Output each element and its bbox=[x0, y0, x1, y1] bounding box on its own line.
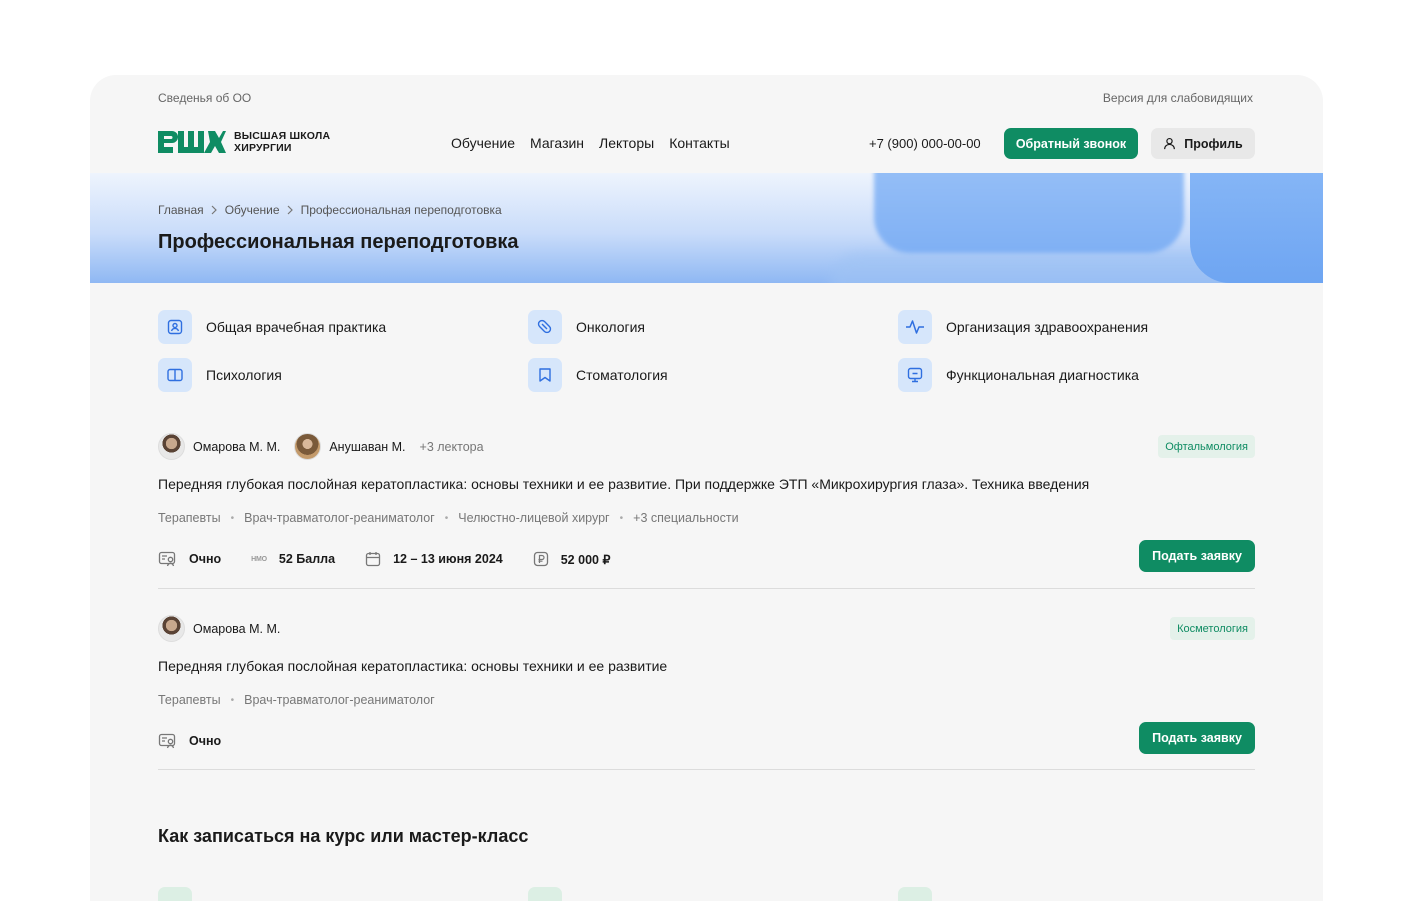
user-icon bbox=[1164, 137, 1176, 150]
course-tag: Офтальмология bbox=[1158, 435, 1255, 458]
course-title[interactable]: Передняя глубокая послойная кератопласти… bbox=[158, 658, 667, 674]
apply-button[interactable]: Подать заявку bbox=[1139, 540, 1255, 572]
lecturer-name[interactable]: Омарова М. М. bbox=[193, 622, 280, 636]
specialty-list: Терапевты • Врач-травматолог-реаниматолог bbox=[158, 693, 435, 707]
course-card[interactable]: Омарова М. М. Косметология Передняя глуб… bbox=[158, 615, 1255, 771]
page-card: Сведенья об ОО Версия для слабовидящих В… bbox=[90, 75, 1323, 901]
book-icon bbox=[167, 368, 183, 382]
apply-button[interactable]: Подать заявку bbox=[1139, 722, 1255, 754]
callback-button[interactable]: Обратный звонок bbox=[1004, 128, 1138, 159]
category-healthcare-org[interactable]: Организация здравоохранения bbox=[898, 310, 1148, 344]
lecturer-name[interactable]: Анушаван М. bbox=[329, 440, 405, 454]
course-card[interactable]: Омарова М. М. Анушаван М. +3 лектора Офт… bbox=[158, 433, 1255, 589]
org-info-link[interactable]: Сведенья об ОО bbox=[158, 91, 251, 105]
header: ВЫСШАЯ ШКОЛА ХИРУРГИИ Обучение Магазин Л… bbox=[158, 125, 1255, 161]
main-nav: Обучение Магазин Лекторы Контакты bbox=[451, 135, 730, 151]
course-meta: Очно НМО 52 Балла 12 – 13 июня 2024 52 0… bbox=[158, 551, 640, 567]
breadcrumb-training[interactable]: Обучение bbox=[225, 203, 280, 217]
course-tag: Косметология bbox=[1170, 617, 1255, 640]
logo-mark-icon bbox=[158, 131, 226, 153]
format-item: Очно bbox=[158, 733, 221, 749]
monitor-icon bbox=[907, 367, 923, 383]
calendar-icon bbox=[365, 552, 381, 567]
chevron-right-icon bbox=[211, 205, 217, 215]
nav-item-contacts[interactable]: Контакты bbox=[669, 135, 729, 151]
dates-item: 12 – 13 июня 2024 bbox=[365, 551, 503, 567]
lecturer-list: Омарова М. М. Анушаван М. +3 лектора bbox=[158, 433, 484, 460]
specialty-list: Терапевты • Врач-травматолог-реаниматолог… bbox=[158, 511, 739, 525]
avatar bbox=[158, 433, 185, 460]
format-item: Очно bbox=[158, 551, 221, 567]
course-meta: Очно bbox=[158, 733, 251, 749]
id-card-icon bbox=[167, 319, 183, 335]
divider bbox=[158, 769, 1255, 770]
section-title: Как записаться на курс или мастер-класс bbox=[158, 826, 529, 846]
pulse-icon bbox=[906, 320, 924, 334]
avatar bbox=[294, 433, 322, 460]
category-general-practice[interactable]: Общая врачебная практика bbox=[158, 310, 386, 344]
phone-link[interactable]: +7 (900) 000-00-00 bbox=[869, 136, 981, 151]
more-lecturers[interactable]: +3 лектора bbox=[420, 440, 484, 454]
accessibility-link[interactable]: Версия для слабовидящих bbox=[1103, 91, 1253, 105]
nmo-icon: НМО bbox=[251, 555, 267, 563]
hero-banner: Главная Обучение Профессиональная перепо… bbox=[90, 173, 1323, 283]
category-oncology[interactable]: Онкология bbox=[528, 310, 645, 344]
category-psychology[interactable]: Психология bbox=[158, 358, 282, 392]
classroom-icon bbox=[158, 551, 176, 567]
points-item: НМО 52 Балла bbox=[251, 552, 336, 566]
step-icon bbox=[158, 887, 192, 901]
nav-item-training[interactable]: Обучение bbox=[451, 135, 515, 151]
page-title: Профессиональная переподготовка bbox=[158, 231, 519, 253]
nav-item-lecturers[interactable]: Лекторы bbox=[599, 135, 654, 151]
profile-button[interactable]: Профиль bbox=[1151, 128, 1255, 159]
category-functional-diagnostics[interactable]: Функциональная диагностика bbox=[898, 358, 1139, 392]
logo-text: ВЫСШАЯ ШКОЛА ХИРУРГИИ bbox=[234, 130, 331, 154]
chevron-right-icon bbox=[287, 205, 293, 215]
top-bar: Сведенья об ОО Версия для слабовидящих bbox=[158, 91, 1253, 105]
profile-label: Профиль bbox=[1184, 136, 1243, 151]
step-icon bbox=[898, 887, 932, 901]
breadcrumb: Главная Обучение Профессиональная перепо… bbox=[158, 203, 502, 217]
lecturer-list: Омарова М. М. bbox=[158, 615, 280, 642]
breadcrumb-current: Профессиональная переподготовка bbox=[300, 203, 502, 217]
avatar bbox=[158, 615, 185, 642]
divider bbox=[158, 588, 1255, 589]
nav-item-shop[interactable]: Магазин bbox=[530, 135, 584, 151]
ruble-icon bbox=[533, 551, 548, 567]
classroom-icon bbox=[158, 733, 176, 749]
breadcrumb-home[interactable]: Главная bbox=[158, 203, 204, 217]
hero-decoration bbox=[874, 173, 1184, 253]
course-title[interactable]: Передняя глубокая послойная кератопласти… bbox=[158, 476, 1089, 492]
bookmark-icon bbox=[539, 368, 551, 382]
category-dentistry[interactable]: Стоматология bbox=[528, 358, 668, 392]
lecturer-name[interactable]: Омарова М. М. bbox=[193, 440, 280, 454]
hero-decoration bbox=[1190, 173, 1323, 283]
logo[interactable]: ВЫСШАЯ ШКОЛА ХИРУРГИИ bbox=[158, 129, 330, 155]
pill-icon bbox=[537, 319, 552, 334]
step-icon bbox=[528, 887, 562, 901]
price-item: 52 000 ₽ bbox=[533, 551, 610, 567]
